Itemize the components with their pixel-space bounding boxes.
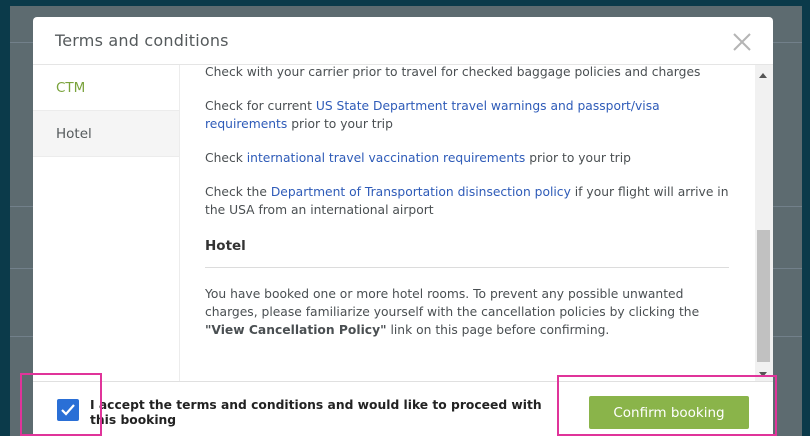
- travel-warnings-paragraph: Check for current US State Department tr…: [205, 99, 660, 131]
- checkmark-icon: [61, 404, 75, 416]
- terms-content: Check with your carrier prior to travel …: [181, 65, 755, 381]
- modal-footer: I accept the terms and conditions and wo…: [33, 381, 773, 436]
- modal-title: Terms and conditions: [55, 31, 229, 50]
- accept-terms-checkbox[interactable]: [57, 399, 79, 421]
- vaccination-link[interactable]: international travel vaccination require…: [247, 151, 526, 165]
- disinsection-link[interactable]: Department of Transportation disinsectio…: [271, 185, 571, 199]
- baggage-paragraph: Check with your carrier prior to travel …: [205, 65, 701, 79]
- accept-terms-label: I accept the terms and conditions and wo…: [90, 398, 542, 427]
- vaccination-paragraph: Check international travel vaccination r…: [205, 151, 631, 165]
- tab-hotel[interactable]: Hotel: [33, 111, 179, 157]
- terms-modal: Terms and conditions CTM Hotel Check wit…: [33, 17, 773, 436]
- scrollbar-thumb[interactable]: [757, 230, 770, 362]
- hotel-section-title: Hotel: [205, 238, 729, 268]
- terms-tabs: CTM Hotel: [33, 65, 180, 381]
- confirm-booking-button[interactable]: Confirm booking: [589, 396, 749, 429]
- modal-header: Terms and conditions: [33, 17, 773, 65]
- hotel-paragraph: You have booked one or more hotel rooms.…: [205, 287, 700, 337]
- close-icon: [733, 33, 751, 51]
- close-button[interactable]: [731, 31, 753, 53]
- disinsection-paragraph: Check the Department of Transportation d…: [205, 185, 729, 217]
- tab-ctm[interactable]: CTM: [33, 65, 179, 111]
- tabs-filler: [33, 157, 179, 381]
- view-cancellation-policy-text: "View Cancellation Policy": [205, 323, 387, 337]
- scroll-down-icon[interactable]: [759, 372, 767, 377]
- content-scrollbar[interactable]: [755, 65, 773, 381]
- scroll-up-icon[interactable]: [759, 73, 767, 78]
